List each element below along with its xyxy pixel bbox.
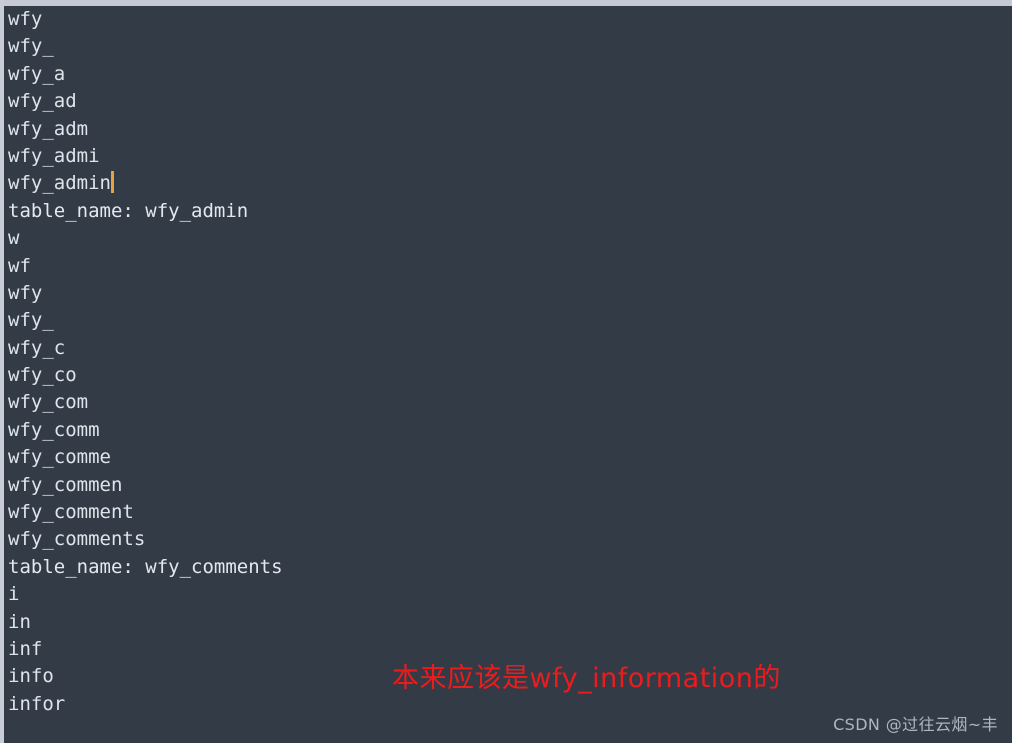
- terminal-input-line: wfy_comments: [8, 526, 1012, 553]
- terminal-input-line: wfy_co: [8, 362, 1012, 389]
- terminal-line-text: wfy_com: [8, 391, 89, 414]
- red-annotation-text: 本来应该是wfy_information的: [392, 663, 781, 694]
- terminal-line-text: wfy_comm: [8, 418, 100, 441]
- terminal-input-line: wfy_comment: [8, 499, 1012, 526]
- terminal-line-text: wfy_admi: [8, 144, 100, 167]
- terminal-input-line: wfy_admi: [8, 143, 1012, 170]
- terminal-line-text: wfy_: [8, 35, 54, 58]
- terminal-input-line: wfy_commen: [8, 472, 1012, 499]
- terminal-line-text: wfy_commen: [8, 473, 123, 496]
- terminal-line-text: info: [8, 665, 54, 688]
- terminal-line-text: table_name: wfy_comments: [8, 555, 283, 578]
- terminal-line-text: wfy_adm: [8, 117, 89, 140]
- terminal-output-line: table_name: wfy_comments: [8, 554, 1012, 581]
- terminal-line-text: in: [8, 610, 31, 633]
- terminal-input-line: wfy_adm: [8, 116, 1012, 143]
- terminal-line-text: wfy_admin: [8, 172, 111, 195]
- terminal-line-text: wfy: [8, 8, 43, 30]
- terminal-line-text: wfy_: [8, 309, 54, 332]
- terminal-output-lines: wfy wfy_ wfy_a wfy_ad wfy_adm wfy_admi wfy_adm…: [8, 6, 1012, 718]
- terminal-line-text: wfy_comment: [8, 501, 134, 524]
- terminal-line-text: wfy: [8, 281, 43, 304]
- terminal-pane[interactable]: wfy wfy_ wfy_a wfy_ad wfy_adm wfy_admi wfy_adm…: [4, 6, 1012, 743]
- terminal-input-line: wfy_ad: [8, 88, 1012, 115]
- terminal-input-line: wfy: [8, 280, 1012, 307]
- terminal-line-text: infor: [8, 692, 66, 715]
- terminal-input-line: wfy_comme: [8, 444, 1012, 471]
- terminal-input-line: wfy_c: [8, 335, 1012, 362]
- terminal-line-text: inf: [8, 637, 43, 660]
- terminal-line-text: wf: [8, 254, 31, 277]
- terminal-line-text: table_name: wfy_admin: [8, 199, 249, 222]
- terminal-input-line: wfy_comm: [8, 417, 1012, 444]
- terminal-line-text: wfy_co: [8, 364, 77, 387]
- terminal-input-line: w: [8, 225, 1012, 252]
- terminal-line-text: wfy_a: [8, 62, 66, 85]
- csdn-watermark: CSDN @过往云烟~丰: [833, 715, 998, 734]
- terminal-line-text: w: [8, 227, 20, 250]
- terminal-line-text: wfy_comments: [8, 528, 146, 551]
- terminal-input-line: wfy_admin: [8, 170, 1012, 197]
- terminal-input-line: in: [8, 609, 1012, 636]
- text-caret: [110, 171, 114, 194]
- terminal-output-line: table_name: wfy_admin: [8, 198, 1012, 225]
- terminal-line-text: wfy_ad: [8, 90, 77, 113]
- terminal-input-line: wfy_: [8, 307, 1012, 334]
- terminal-line-text: i: [8, 583, 20, 606]
- terminal-input-line: wfy_com: [8, 389, 1012, 416]
- terminal-line-text: wfy_comme: [8, 446, 111, 469]
- terminal-input-line: i: [8, 581, 1012, 608]
- terminal-input-line: wfy_a: [8, 61, 1012, 88]
- terminal-input-line: wf: [8, 253, 1012, 280]
- screenshot-root: wfy wfy_ wfy_a wfy_ad wfy_adm wfy_admi wfy_adm…: [0, 0, 1012, 743]
- terminal-input-line: wfy_: [8, 33, 1012, 60]
- terminal-input-line: wfy: [8, 6, 1012, 33]
- terminal-line-text: wfy_c: [8, 336, 66, 359]
